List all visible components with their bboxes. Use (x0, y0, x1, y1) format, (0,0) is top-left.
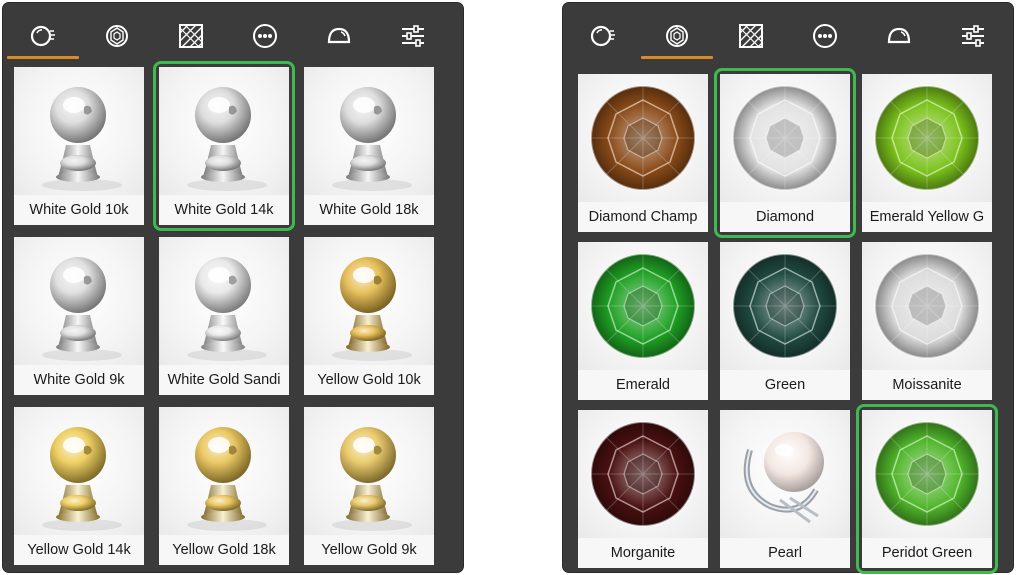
tab-metal-sphere[interactable] (7, 15, 79, 59)
tab-gem[interactable] (85, 15, 149, 57)
gem-icon (663, 22, 691, 50)
material-name: Peridot Green (862, 538, 992, 568)
material-preview-image (862, 74, 992, 202)
material-preview-image (862, 242, 992, 370)
material-name: Yellow Gold 9k (304, 535, 434, 565)
material-name: Moissanite (862, 370, 992, 400)
material-tile[interactable]: Yellow Gold 10k (304, 237, 434, 395)
material-name: Morganite (578, 538, 708, 568)
more-options-icon (811, 22, 839, 50)
material-name: White Gold 9k (14, 365, 144, 395)
material-tile[interactable]: Morganite (578, 410, 708, 568)
material-preview-image (159, 67, 289, 195)
material-tile[interactable]: Yellow Gold 9k (304, 407, 434, 565)
material-tile[interactable]: Peridot Green (856, 404, 998, 574)
material-name: White Gold 10k (14, 195, 144, 225)
material-tile[interactable]: Yellow Gold 14k (14, 407, 144, 565)
material-name: Emerald (578, 370, 708, 400)
metal-material-panel: White Gold 10k White Gold 14k White Gold… (2, 2, 464, 573)
material-preview-image (862, 410, 992, 538)
material-preview-image (720, 410, 850, 538)
material-name: Yellow Gold 18k (159, 535, 289, 565)
material-preview-image (159, 237, 289, 365)
material-tile[interactable]: Emerald Yellow G (862, 74, 992, 232)
material-preview-image (304, 407, 434, 535)
material-preview-image (720, 74, 850, 202)
material-name: White Gold 14k (159, 195, 289, 225)
material-preview-image (578, 242, 708, 370)
material-name: Green (720, 370, 850, 400)
material-tile[interactable]: Yellow Gold 18k (159, 407, 289, 565)
material-tile[interactable]: Pearl (720, 410, 850, 568)
material-tile[interactable]: White Gold 14k (153, 61, 295, 231)
material-preview-image (14, 407, 144, 535)
metal-sphere-icon (29, 22, 57, 50)
sliders-icon (959, 22, 987, 50)
tab-sliders[interactable] (381, 15, 445, 57)
tab-gem[interactable] (641, 15, 713, 59)
tab-dome[interactable] (867, 15, 931, 57)
material-preview-image (578, 410, 708, 538)
metal-sphere-icon (589, 22, 617, 50)
gem-icon (103, 22, 131, 50)
material-tile[interactable]: Moissanite (862, 242, 992, 400)
material-name: White Gold 18k (304, 195, 434, 225)
material-preview-image (14, 237, 144, 365)
material-name: White Gold Sandi (159, 365, 289, 395)
tab-texture-hatch[interactable] (159, 15, 223, 57)
tab-metal-sphere[interactable] (571, 15, 635, 57)
material-preview-image (304, 237, 434, 365)
material-tile[interactable]: Emerald (578, 242, 708, 400)
material-tile[interactable]: White Gold Sandi (159, 237, 289, 395)
tab-more-options[interactable] (793, 15, 857, 57)
gem-material-panel: Diamond Champ Diamond Emerald Yellow G E… (562, 2, 1014, 574)
material-preview-image (304, 67, 434, 195)
material-preview-image (578, 74, 708, 202)
dome-icon (885, 22, 913, 50)
material-tile[interactable]: White Gold 9k (14, 237, 144, 395)
material-tile[interactable]: Green (720, 242, 850, 400)
material-tab-bar (3, 3, 463, 61)
texture-hatch-icon (737, 22, 765, 50)
material-name: Diamond Champ (578, 202, 708, 232)
material-name: Yellow Gold 10k (304, 365, 434, 395)
material-name: Diamond (720, 202, 850, 232)
texture-hatch-icon (177, 22, 205, 50)
more-options-icon (251, 22, 279, 50)
tab-sliders[interactable] (941, 15, 1005, 57)
material-tile[interactable]: Diamond Champ (578, 74, 708, 232)
material-preview-image (14, 67, 144, 195)
material-tile[interactable]: White Gold 18k (304, 67, 434, 225)
tab-more-options[interactable] (233, 15, 297, 57)
tab-dome[interactable] (307, 15, 371, 57)
material-name: Yellow Gold 14k (14, 535, 144, 565)
material-name: Emerald Yellow G (862, 202, 992, 232)
tab-texture-hatch[interactable] (719, 15, 783, 57)
material-tile[interactable]: Diamond (714, 68, 856, 238)
material-preview-image (159, 407, 289, 535)
material-name: Pearl (720, 538, 850, 568)
sliders-icon (399, 22, 427, 50)
dome-icon (325, 22, 353, 50)
material-tile[interactable]: White Gold 10k (14, 67, 144, 225)
material-tab-bar (563, 3, 1013, 61)
material-preview-image (720, 242, 850, 370)
